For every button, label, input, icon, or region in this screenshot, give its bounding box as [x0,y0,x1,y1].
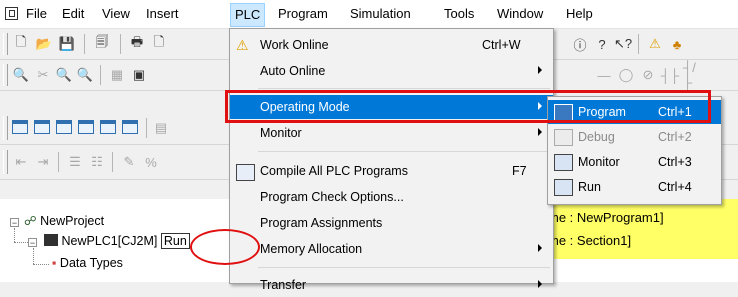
zoom-out-icon[interactable]: 🔍 [76,66,94,84]
menu-window[interactable]: Window [496,6,544,22]
highlight-annotation [225,90,711,123]
tree-root-label: NewProject [40,214,105,228]
tree-datatypes-label: Data Types [59,256,123,270]
context-help-icon[interactable]: ↖? [614,35,632,53]
list-icon[interactable]: ☷ [88,153,106,171]
comment-icon[interactable]: ▣ [130,66,148,84]
print-preview-icon[interactable]: 🗋 [150,34,168,53]
zoom-icon[interactable]: 🔍 [12,66,30,84]
submenu-arrow-icon [538,280,542,288]
toolbar-grip[interactable] [3,116,8,140]
align-icon[interactable]: ☰ [66,153,84,171]
toolbar-grip[interactable] [3,33,8,55]
app-icon[interactable] [5,7,18,20]
not-coil-icon[interactable]: ⊘ [639,66,657,84]
cross-ref-icon[interactable] [122,120,138,134]
menu-insert[interactable]: Insert [145,6,180,22]
menu-item-compile-all[interactable]: Compile All PLC Programs F7 [230,159,553,183]
tree-plc-node[interactable]: NewPLC1[CJ2M] Run [44,233,190,249]
online-icon[interactable]: ♣ [668,35,686,53]
menu-program[interactable]: Program [277,6,329,22]
coil-icon[interactable]: ◯ [617,66,635,84]
submenu-arrow-icon [538,128,542,136]
menu-plc[interactable]: PLC [230,3,266,27]
submenu-item-debug[interactable]: Debug Ctrl+2 [548,125,721,149]
menu-tools[interactable]: Tools [443,6,475,22]
cut-icon[interactable]: ✂ [34,66,52,84]
tree-root-node[interactable]: ☍ NewProject [24,213,104,228]
compile-icon [236,164,255,181]
output-window-icon[interactable] [34,120,50,134]
help-icon[interactable]: ? [593,35,611,53]
workspace-icon[interactable] [12,120,28,134]
menu-bar: File Edit View Insert PLC Program Simula… [0,0,738,29]
section-header: me : NewProgram1] me : Section1] [536,199,738,259]
run-mode-icon [554,179,573,196]
outdent-icon[interactable]: ⇥ [34,153,52,171]
datatypes-icon: ▪ [52,256,57,270]
expand-plc-icon[interactable]: − [28,238,37,248]
open-folder-icon[interactable]: 📂 [35,35,53,53]
expand-root-icon[interactable]: − [10,218,19,228]
menu-file[interactable]: File [25,6,48,22]
menu-item-program-assignments[interactable]: Program Assignments [230,211,553,235]
menu-edit[interactable]: Edit [61,6,85,22]
contact-nc-icon[interactable]: ┤/├ [683,60,701,90]
project-icon: ☍ [24,214,37,228]
plc-mode-status: Run [160,233,190,249]
plc-menu: ⚠ Work Online Ctrl+W Auto Online Operati… [229,28,554,292]
info-icon[interactable]: ⓘ [571,35,589,53]
ladder-icon[interactable]: ― [595,66,613,84]
menu-item-transfer[interactable]: Transfer [230,273,553,297]
pen-icon[interactable]: ✎ [120,153,138,171]
ladder-rung-area[interactable] [536,259,738,282]
new-file-icon[interactable]: 🗋 [12,34,30,53]
print-icon[interactable]: 🖶 [128,34,146,53]
monitor-mode-icon [554,154,573,171]
mode-annotation [190,229,260,265]
menu-simulation[interactable]: Simulation [349,6,412,22]
properties-window-icon[interactable] [100,120,116,134]
submenu-item-monitor[interactable]: Monitor Ctrl+3 [548,150,721,174]
address-window-icon[interactable] [78,120,94,134]
menu-item-memory-allocation[interactable]: Memory Allocation [230,237,553,261]
menu-help[interactable]: Help [565,6,594,22]
warning-icon: ⚠ [236,37,249,53]
window-icon[interactable]: ▤ [152,119,170,137]
section-name-text: me : Section1] [548,233,632,248]
menu-item-monitor[interactable]: Monitor [230,121,553,145]
toolbar-grip[interactable] [3,64,8,86]
menu-item-work-online[interactable]: ⚠ Work Online Ctrl+W [230,33,553,57]
tree-plc-label: NewPLC1[CJ2M] [61,234,158,248]
warning-icon[interactable]: ⚠ [646,35,664,53]
contact-icon[interactable]: ┤├ [661,66,679,84]
properties-icon[interactable]: 🗐 [93,34,111,53]
tree-datatypes-node[interactable]: ▪ Data Types [52,256,123,270]
menu-item-program-check-options[interactable]: Program Check Options... [230,185,553,209]
toolbar-grip[interactable] [3,150,8,174]
menu-item-auto-online[interactable]: Auto Online [230,59,553,83]
zoom-in-icon[interactable]: 🔍 [55,66,73,84]
plc-icon [44,234,58,246]
debug-mode-icon [554,129,573,146]
menu-view[interactable]: View [101,6,131,22]
indent-icon[interactable]: ⇤ [12,153,30,171]
submenu-arrow-icon [538,66,542,74]
watch-window-icon[interactable] [56,120,72,134]
submenu-arrow-icon [538,244,542,252]
percent-icon[interactable]: % [142,153,160,171]
program-name-text: me : NewProgram1] [548,210,664,225]
save-icon[interactable]: 💾 [58,35,76,53]
submenu-item-run[interactable]: Run Ctrl+4 [548,175,721,199]
grid-icon[interactable]: ▦ [108,66,126,84]
